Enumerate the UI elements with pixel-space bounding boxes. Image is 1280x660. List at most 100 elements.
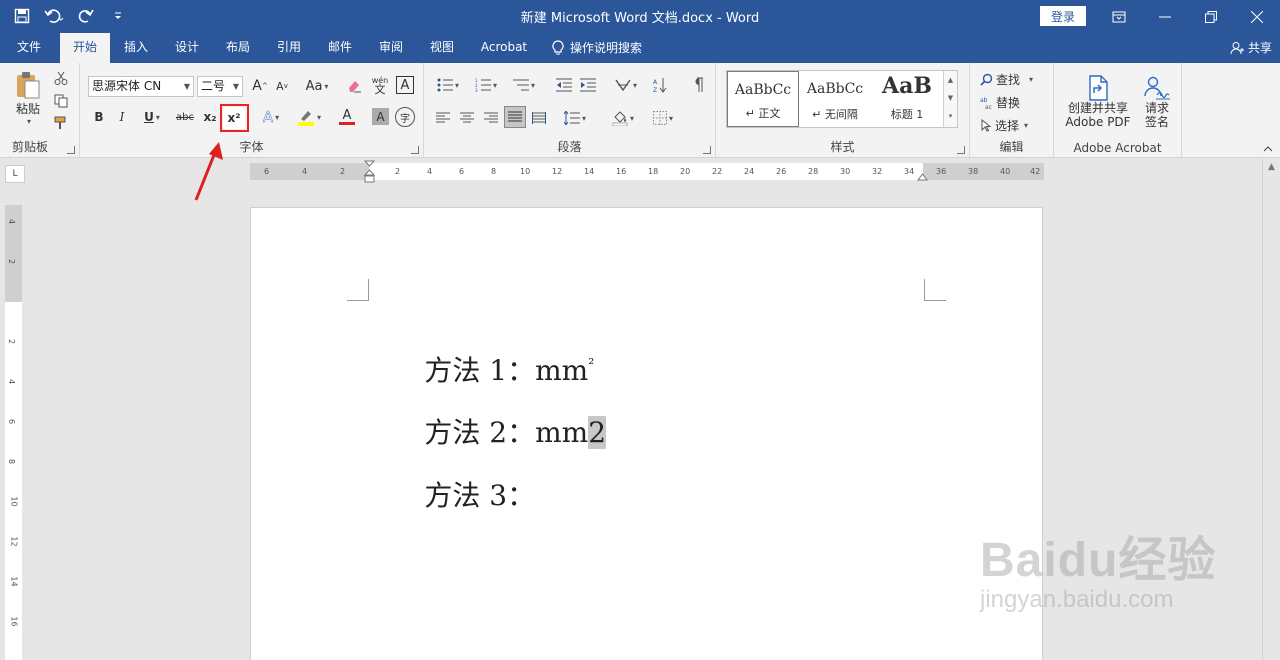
underline-button[interactable]: U ▾ — [137, 107, 167, 127]
subscript-button[interactable]: x₂ — [200, 107, 220, 127]
clear-formatting-icon[interactable] — [344, 76, 364, 96]
tab-acrobat[interactable]: Acrobat — [474, 33, 534, 63]
font-launcher-icon[interactable] — [411, 146, 419, 154]
change-case-button[interactable]: Aa ▾ — [300, 76, 334, 96]
paint-bucket-icon — [612, 111, 628, 126]
font-size-select[interactable]: 二号 ▼ — [197, 76, 243, 97]
cut-icon[interactable] — [52, 69, 70, 87]
create-share-pdf-button[interactable]: 创建并共享 Adobe PDF — [1060, 71, 1136, 133]
style-normal[interactable]: AaBbCc ↵ 正文 — [727, 71, 799, 127]
bold-button[interactable]: B — [90, 107, 108, 127]
styles-launcher-icon[interactable] — [957, 146, 965, 154]
styles-gallery-scroll[interactable]: ▲ ▼ ▾ — [943, 71, 957, 127]
tab-file[interactable]: 文件 — [6, 33, 52, 63]
document-page[interactable]: 方法 1：mm² 方法 2：mm2 方法 3： — [250, 207, 1043, 660]
pdf-share-icon — [1089, 75, 1108, 101]
restore-icon[interactable] — [1188, 0, 1234, 33]
align-center-icon[interactable] — [456, 107, 478, 129]
shrink-font-label: A — [276, 79, 284, 93]
align-right-icon[interactable] — [480, 107, 502, 129]
grow-font-button[interactable]: A ^ — [250, 76, 270, 96]
distributed-icon[interactable] — [528, 107, 550, 129]
share-button[interactable]: 共享 — [1230, 39, 1272, 56]
acrobat-group-label: Adobe Acrobat — [1073, 141, 1162, 155]
paragraph-method-3[interactable]: 方法 3： — [371, 441, 535, 547]
paste-button[interactable]: 粘贴 ▾ — [10, 69, 46, 127]
login-button[interactable]: 登录 — [1040, 6, 1086, 26]
select-button[interactable]: 选择 ▾ — [980, 115, 1028, 135]
clipboard-launcher-icon[interactable] — [67, 146, 75, 154]
align-left-icon[interactable] — [432, 107, 454, 129]
tab-insert[interactable]: 插入 — [114, 33, 158, 63]
signature-icon — [1144, 76, 1170, 100]
copy-icon[interactable] — [52, 92, 70, 110]
text-highlight-button[interactable]: ▾ — [292, 107, 326, 127]
phonetic-guide-button[interactable]: wén 文 — [369, 74, 391, 96]
tab-review[interactable]: 审阅 — [369, 33, 413, 63]
font-name-select[interactable]: 思源宋体 CN ▼ — [88, 76, 194, 97]
increase-indent-icon[interactable] — [578, 75, 598, 95]
shading-button[interactable]: ▾ — [606, 107, 640, 129]
svg-text:ab: ab — [980, 97, 988, 104]
paragraph-launcher-icon[interactable] — [703, 146, 711, 154]
sort-icon[interactable]: AZ — [650, 75, 670, 95]
tab-home[interactable]: 开始 — [60, 33, 110, 63]
right-indent-marker-icon[interactable] — [917, 172, 928, 181]
close-icon[interactable] — [1234, 0, 1280, 33]
character-border-button[interactable]: A — [396, 76, 414, 94]
justify-icon[interactable] — [504, 106, 526, 128]
scroll-up-icon[interactable]: ▲ — [1263, 159, 1280, 175]
tab-mailings[interactable]: 邮件 — [318, 33, 362, 63]
tab-references[interactable]: 引用 — [267, 33, 311, 63]
borders-button[interactable]: ▾ — [646, 107, 680, 129]
ribbon-tab-bar: 文件 开始 插入 设计 布局 引用 邮件 审阅 视图 Acrobat 操作说明搜… — [0, 33, 1280, 63]
request-signature-button[interactable]: 请求 签名 — [1138, 71, 1176, 133]
tab-view[interactable]: 视图 — [420, 33, 464, 63]
style-no-spacing[interactable]: AaBbCc ↵ 无间隔 — [799, 71, 871, 127]
font-color-button[interactable]: A — [332, 107, 362, 127]
text-effects-button[interactable]: A ▾ — [256, 107, 286, 127]
chinese-layout-button[interactable]: ▾ — [610, 75, 642, 95]
borders-icon — [652, 111, 667, 125]
style-heading-1-name: 标题 1 — [890, 108, 924, 121]
ruler-tick: 42 — [1030, 167, 1041, 176]
vertical-scrollbar[interactable]: ▲ — [1262, 159, 1280, 660]
format-painter-icon[interactable] — [52, 114, 70, 132]
tab-design[interactable]: 设计 — [165, 33, 209, 63]
enclose-characters-button[interactable]: 字 — [395, 107, 415, 127]
gallery-up-icon[interactable]: ▲ — [944, 71, 957, 89]
line-spacing-button[interactable]: ▾ — [558, 107, 592, 129]
numbering-button[interactable]: 1 2 3 ▾ — [470, 75, 502, 95]
italic-button[interactable]: I — [113, 107, 131, 127]
cursor-icon — [981, 118, 992, 132]
line-spacing-icon — [563, 111, 580, 125]
collapse-ribbon-icon[interactable] — [1260, 143, 1276, 155]
vruler-tick: 12 — [9, 536, 19, 547]
gallery-down-icon[interactable]: ▼ — [944, 89, 957, 107]
replace-label: 替换 — [996, 95, 1021, 110]
annotation-arrow-icon — [194, 142, 223, 201]
ruler-tick: 22 — [712, 167, 723, 176]
indent-markers-icon[interactable] — [364, 160, 375, 186]
vertical-ruler[interactable]: 4 2 2 4 6 8 10 12 14 16 — [5, 205, 22, 660]
multilevel-list-button[interactable]: ▾ — [508, 75, 540, 95]
strikethrough-button[interactable]: abc — [174, 107, 196, 127]
style-heading-1[interactable]: AaB 标题 1 — [871, 71, 943, 127]
decrease-indent-icon[interactable] — [554, 75, 574, 95]
tab-layout[interactable]: 布局 — [216, 33, 260, 63]
horizontal-ruler[interactable]: 6 4 2 2 4 6 8 10 12 14 16 18 20 22 24 26… — [250, 160, 1044, 183]
gallery-more-icon[interactable]: ▾ — [944, 107, 957, 125]
shrink-font-button[interactable]: Av — [272, 76, 292, 96]
minimize-icon[interactable] — [1142, 0, 1188, 33]
show-formatting-marks-icon[interactable] — [688, 75, 708, 95]
replace-icon: abac — [980, 97, 992, 109]
bullets-button[interactable]: ▾ — [432, 75, 464, 95]
tell-me-search[interactable]: 操作说明搜索 — [552, 33, 660, 63]
replace-button[interactable]: ab ac 替换 — [980, 92, 1020, 112]
character-shading-button[interactable]: A — [372, 108, 389, 125]
ruler-tick: 10 — [520, 167, 531, 176]
find-button[interactable]: 查找 ▾ — [980, 69, 1033, 89]
ruler-tick: 28 — [808, 167, 819, 176]
tab-selector[interactable]: L — [5, 165, 25, 183]
ribbon-display-options-icon[interactable] — [1096, 0, 1142, 33]
